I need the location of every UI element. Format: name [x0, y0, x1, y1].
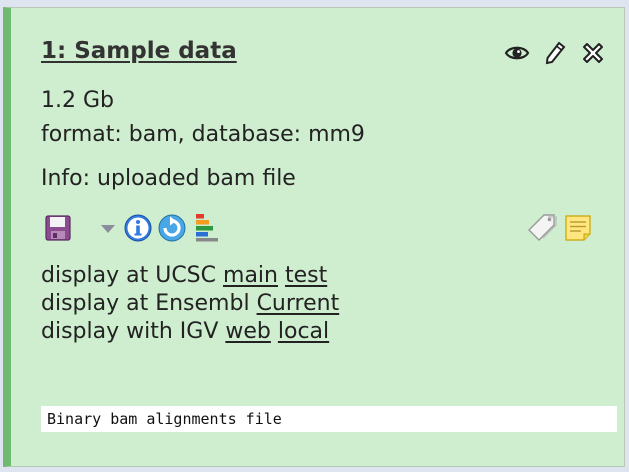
display-igv-line: display with IGV web local: [41, 318, 329, 346]
annotation-note-icon[interactable]: [561, 211, 595, 245]
display-ensembl-line: display at Ensembl Current: [41, 290, 339, 318]
ucsc-test-link[interactable]: test: [285, 263, 327, 288]
info-icon[interactable]: [121, 211, 155, 245]
dataset-peek: Binary bam alignments file: [41, 406, 617, 432]
pencil-icon[interactable]: [542, 40, 568, 66]
dropdown-arrow-icon[interactable]: [91, 211, 125, 245]
save-icon[interactable]: [41, 211, 75, 245]
display-igv-label: display with IGV: [41, 319, 219, 344]
dataset-title-row: 1: Sample data: [41, 38, 606, 78]
tags-icon[interactable]: [526, 211, 560, 245]
igv-local-link[interactable]: local: [278, 319, 329, 344]
dataset-format-database: format: bam, database: mm9: [41, 122, 365, 147]
eye-icon[interactable]: [504, 40, 530, 66]
rerun-icon[interactable]: [155, 211, 189, 245]
display-ucsc-label: display at UCSC: [41, 263, 217, 288]
delete-x-icon[interactable]: [580, 40, 606, 66]
visualize-bars-icon[interactable]: [189, 211, 223, 245]
dataset-size: 1.2 Gb: [41, 88, 114, 113]
dataset-title-link[interactable]: 1: Sample data: [41, 38, 237, 64]
display-ensembl-label: display at Ensembl: [41, 291, 250, 316]
dataset-panel: 1: Sample data 1.2 Gb format: bam, datab…: [3, 7, 625, 467]
dataset-info: Info: uploaded bam file: [41, 166, 296, 191]
display-ucsc-line: display at UCSC main test: [41, 262, 327, 290]
igv-web-link[interactable]: web: [225, 319, 271, 344]
ucsc-main-link[interactable]: main: [223, 263, 278, 288]
dataset-toolbar: [41, 211, 602, 251]
ensembl-current-link[interactable]: Current: [257, 291, 340, 316]
dataset-title-actions: [504, 40, 606, 66]
